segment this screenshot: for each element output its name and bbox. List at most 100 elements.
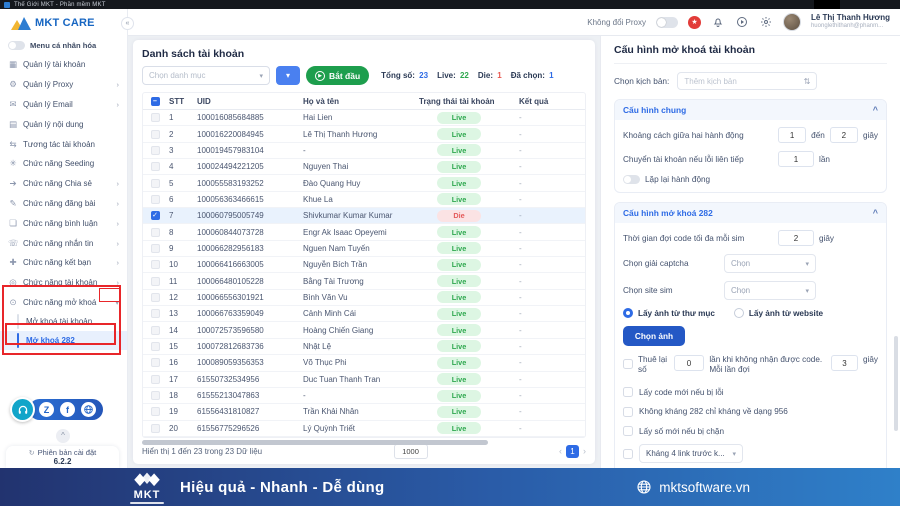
option-row[interactable]: Lấy code mới nếu bị lỗi	[623, 383, 878, 403]
captcha-select[interactable]: Chọn ▾	[724, 254, 816, 273]
gap-from-input[interactable]: 1	[778, 127, 807, 143]
sidebar-subitem[interactable]: Mở khoá 282	[0, 331, 127, 351]
table-row[interactable]: 2 100016220084945 Lê Thị Thanh Hương Live -	[143, 126, 585, 143]
category-select[interactable]: Chọn danh mục ▾	[142, 66, 270, 85]
table-row[interactable]: 3 100019457983104 - Live -	[143, 143, 585, 160]
row-checkbox[interactable]	[150, 407, 160, 417]
sidebar-item[interactable]: ▦ Quản lý tài khoản	[0, 55, 127, 75]
sidebar-item[interactable]: ➔ Chức năng Chia sẻ ›	[0, 174, 127, 194]
table-row[interactable]: 20 61556775296526 Lý Quỳnh Triết Live -	[143, 421, 585, 437]
start-button[interactable]: ▶ Bắt đầu	[306, 66, 370, 85]
scenario-select[interactable]: Thêm kịch bản ⇅	[677, 72, 818, 90]
table-row[interactable]: 8 100060844073728 Engr Ak Isaac Opeyemi Liv…	[143, 224, 585, 241]
row-checkbox[interactable]	[150, 358, 160, 368]
row-checkbox[interactable]	[150, 374, 160, 384]
table-row[interactable]: 10 100066416663005 Nguyễn Bích Trần Live -	[143, 257, 585, 274]
sidebar-item[interactable]: ❏ Chức năng bình luận ›	[0, 213, 127, 233]
sim-site-select[interactable]: Chọn ▾	[724, 281, 816, 300]
rehire-wait-input[interactable]: 3	[831, 355, 858, 371]
gear-icon[interactable]	[759, 15, 773, 29]
table-row[interactable]: 5 100055583193252 Đào Quang Huy Live -	[143, 175, 585, 192]
sidebar-subitem[interactable]: Mở khoá tài khoản	[0, 312, 127, 331]
row-checkbox[interactable]	[150, 325, 160, 335]
row-checkbox[interactable]	[150, 260, 160, 270]
personalize-toggle[interactable]	[8, 41, 25, 50]
sidebar-item[interactable]: ⊙ Chức năng mở khoá ▾	[0, 293, 127, 313]
table-row[interactable]: 1 100016085684885 Hai Lien Live -	[143, 110, 585, 127]
repeat-action-toggle[interactable]	[623, 175, 640, 184]
rehire-count-input[interactable]: 0	[673, 355, 705, 371]
khang-checkbox[interactable]	[623, 448, 633, 459]
row-checkbox[interactable]	[150, 145, 160, 155]
row-checkbox[interactable]	[150, 292, 160, 302]
option-row[interactable]: Không kháng 282 chỉ kháng về dạng 956	[623, 402, 878, 422]
table-row[interactable]: 4 100024494221205 Nguyen Thai Live -	[143, 159, 585, 176]
sidebar-item[interactable]: ☏ Chức năng nhắn tin ›	[0, 233, 127, 253]
table-row[interactable]: 11 100066480105228 Bằng Tài Trương Live -	[143, 273, 585, 290]
apply-category-button[interactable]: ▾	[276, 66, 300, 85]
select-all-checkbox[interactable]: –	[150, 96, 160, 106]
rehire-checkbox[interactable]	[623, 359, 633, 369]
option-row[interactable]: Lấy số mới nếu bị chặn	[623, 422, 878, 442]
choose-image-button[interactable]: Chọn ảnh	[623, 326, 685, 346]
gap-to-input[interactable]: 2	[829, 127, 858, 143]
table-row[interactable]: 16 100089059356353 Võ Thục Phi Live -	[143, 355, 585, 372]
row-checkbox[interactable]	[150, 178, 160, 188]
row-checkbox[interactable]	[150, 423, 160, 433]
row-checkbox[interactable]	[150, 194, 160, 204]
website-globe-icon[interactable]	[81, 402, 96, 417]
version-collapse-button[interactable]: ^	[56, 429, 70, 443]
prev-page-button[interactable]: ‹	[559, 446, 562, 456]
sidebar-item[interactable]: ◎ Chức năng tài khoản ›	[0, 273, 127, 293]
radio-image-folder[interactable]	[623, 308, 633, 318]
sidebar-item[interactable]: ▤ Quản lý nội dung	[0, 114, 127, 134]
row-checkbox[interactable]	[150, 227, 160, 237]
general-section-header[interactable]: Cấu hình chung ^	[615, 100, 886, 120]
table-row[interactable]: 18 61555213047863 - Live -	[143, 388, 585, 405]
bell-icon[interactable]	[711, 15, 725, 29]
row-checkbox[interactable]	[150, 129, 160, 139]
support-headset-icon[interactable]	[10, 397, 35, 422]
row-checkbox[interactable]	[150, 341, 160, 351]
khang-select[interactable]: Kháng 4 link trước k... ▾	[639, 444, 743, 464]
table-row[interactable]: 9 100066282956183 Nguen Nam Tuyến Live -	[143, 241, 585, 258]
row-checkbox[interactable]	[150, 276, 160, 286]
sidebar-item[interactable]: ✳ Chức năng Seeding	[0, 154, 127, 174]
unlock-282-section-header[interactable]: Cấu hình mở khoá 282 ^	[615, 203, 886, 223]
proxy-toggle[interactable]	[655, 16, 678, 28]
table-row[interactable]: 14 100072573596580 Hoàng Chiến Giang Live -	[143, 322, 585, 339]
vertical-scrollbar[interactable]	[894, 336, 898, 431]
row-checkbox[interactable]	[150, 391, 160, 401]
table-row[interactable]: 12 100066556301921 Bình Văn Vu Live -	[143, 290, 585, 307]
user-avatar[interactable]	[782, 13, 801, 31]
sidebar-item[interactable]: ✉ Quản lý Email ›	[0, 95, 127, 115]
radio-image-website[interactable]	[733, 308, 744, 318]
table-row[interactable]: ✓ 7 100060795005749 Shivkumar Kumar Kumar Di…	[143, 208, 585, 225]
zalo-icon[interactable]: Z	[39, 402, 54, 417]
sidebar-item[interactable]: ✎ Chức năng đăng bài ›	[0, 194, 127, 214]
table-row[interactable]: 13 100066763359049 Cảnh Minh Cái Live -	[143, 306, 585, 323]
row-checkbox[interactable]	[150, 113, 160, 123]
option-checkbox[interactable]	[623, 426, 633, 437]
option-checkbox[interactable]	[623, 406, 633, 417]
sidebar-collapse-button[interactable]: «	[121, 17, 134, 30]
table-row[interactable]: 19 61556431810827 Trần Khải Nhân Live -	[143, 404, 585, 421]
current-page[interactable]: 1	[565, 444, 579, 458]
wait-code-input[interactable]: 2	[778, 230, 814, 246]
row-checkbox[interactable]	[150, 162, 160, 172]
play-circle-icon[interactable]	[735, 15, 749, 29]
table-row[interactable]: 6 100056363466615 Khue La Live -	[143, 192, 585, 209]
option-checkbox[interactable]	[623, 387, 633, 398]
switch-account-input[interactable]: 1	[778, 151, 814, 167]
page-size-select[interactable]: 1000	[393, 443, 428, 459]
table-row[interactable]: 17 61550732534956 Duc Tuan Thanh Tran Live -	[143, 372, 585, 388]
window-menu-button[interactable]	[814, 0, 840, 9]
notification-flag-icon[interactable]: ★	[687, 15, 701, 29]
sidebar-item[interactable]: ✚ Chức năng kết bạn ›	[0, 253, 127, 273]
facebook-icon[interactable]: f	[60, 402, 75, 417]
next-page-button[interactable]: ›	[583, 446, 586, 456]
row-checkbox[interactable]: ✓	[150, 211, 160, 221]
table-row[interactable]: 15 100072812683736 Nhật Lệ Live -	[143, 339, 585, 356]
row-checkbox[interactable]	[150, 309, 160, 319]
row-checkbox[interactable]	[150, 243, 160, 253]
